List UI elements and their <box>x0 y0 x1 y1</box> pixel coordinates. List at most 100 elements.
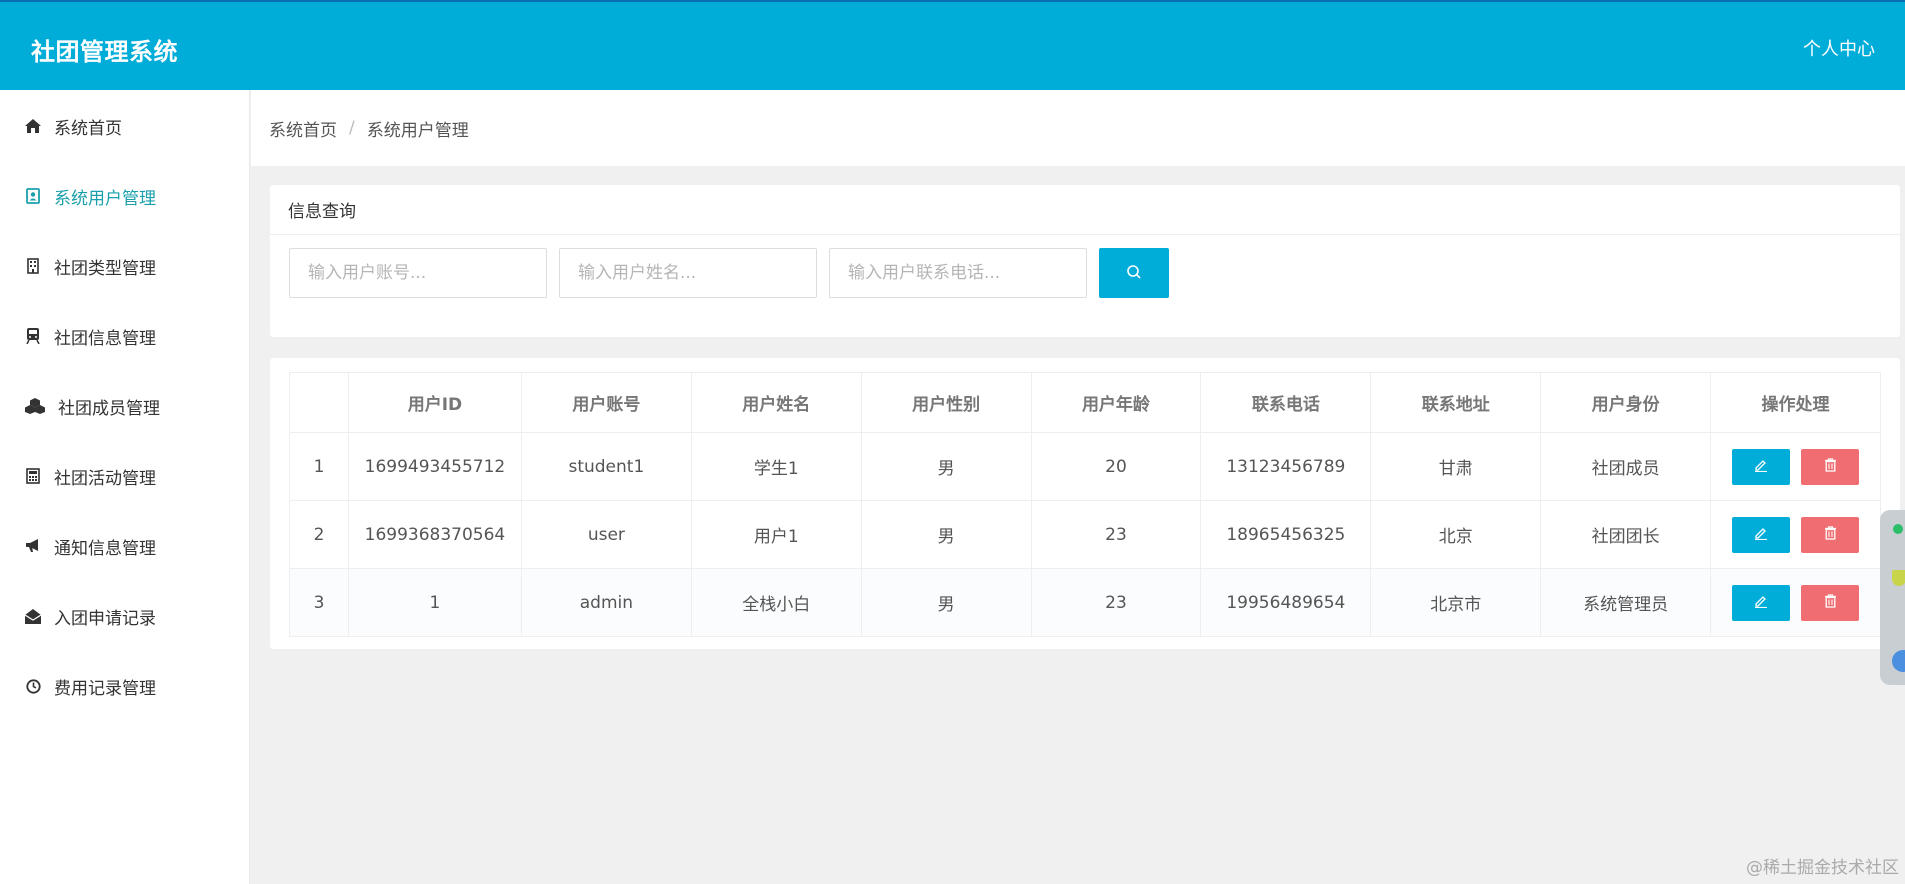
user-name-cell: 用户1 <box>690 500 862 569</box>
sidebar-item-applications[interactable]: 入团申请记录 <box>0 591 250 641</box>
user-account-cell: user <box>520 500 692 569</box>
status-dot-icon <box>1893 524 1903 534</box>
delete-button[interactable] <box>1801 448 1859 485</box>
actions-cell <box>1710 568 1881 637</box>
search-icon <box>1126 264 1142 283</box>
row-index: 1 <box>289 432 349 501</box>
edit-icon <box>1754 458 1768 475</box>
column-header: 联系地址 <box>1370 372 1542 433</box>
sidebar: 系统首页 系统用户管理 社团类型管理 社团信息管理 社团成员管理 社团活动管理 <box>0 90 250 884</box>
sidebar-item-club-type[interactable]: 社团类型管理 <box>0 241 250 291</box>
edit-button[interactable] <box>1732 448 1790 485</box>
home-icon <box>24 117 42 135</box>
sidebar-item-label: 社团活动管理 <box>54 468 156 489</box>
cubes-icon <box>24 397 46 415</box>
row-index: 3 <box>289 568 349 637</box>
delete-button[interactable] <box>1801 516 1859 553</box>
column-header: 联系电话 <box>1200 372 1372 433</box>
user-gender-cell: 男 <box>860 500 1032 569</box>
column-header: 用户姓名 <box>690 372 862 433</box>
sidebar-item-club-activities[interactable]: 社团活动管理 <box>0 451 250 501</box>
column-header: 操作处理 <box>1710 372 1881 433</box>
user-role-cell: 社团成员 <box>1540 432 1712 501</box>
top-bar: 社团管理系统 个人中心 <box>0 0 1905 90</box>
table-row: 2 1699368370564 user 用户1 男 23 1896545632… <box>289 500 1881 569</box>
sidebar-item-user-management[interactable]: 系统用户管理 <box>0 171 250 221</box>
sidebar-item-fees[interactable]: 费用记录管理 <box>0 661 250 711</box>
table-panel: 用户ID 用户账号 用户姓名 用户性别 用户年龄 联系电话 联系地址 用户身份 … <box>270 358 1900 649</box>
sidebar-item-club-members[interactable]: 社团成员管理 <box>0 381 250 431</box>
column-header: 用户账号 <box>520 372 692 433</box>
edit-button[interactable] <box>1732 516 1790 553</box>
user-name-cell: 学生1 <box>690 432 862 501</box>
sidebar-item-label: 系统用户管理 <box>54 188 156 209</box>
sidebar-item-notifications[interactable]: 通知信息管理 <box>0 521 250 571</box>
sidebar-item-club-info[interactable]: 社团信息管理 <box>0 311 250 361</box>
edit-icon <box>1754 594 1768 611</box>
column-header: 用户性别 <box>860 372 1032 433</box>
trash-icon <box>1824 458 1837 475</box>
watermark: @稀土掘金技术社区 <box>1746 858 1899 878</box>
breadcrumb-current: 系统用户管理 <box>366 120 469 141</box>
train-icon <box>24 327 42 345</box>
column-header: 用户ID <box>347 372 522 433</box>
user-address-cell: 甘肃 <box>1370 432 1542 501</box>
envelope-open-icon <box>24 607 42 625</box>
user-age-cell: 20 <box>1030 432 1202 501</box>
user-id-cell: 1699493455712 <box>347 432 522 501</box>
sidebar-item-label: 入团申请记录 <box>54 608 156 629</box>
user-address-cell: 北京市 <box>1370 568 1542 637</box>
delete-button[interactable] <box>1801 584 1859 621</box>
edit-button[interactable] <box>1732 584 1790 621</box>
calculator-icon <box>24 467 42 485</box>
sidebar-item-label: 系统首页 <box>54 118 122 139</box>
user-id-cell: 1 <box>347 568 522 637</box>
user-gender-cell: 男 <box>860 432 1032 501</box>
trash-icon <box>1824 526 1837 543</box>
user-phone-cell: 13123456789 <box>1200 432 1372 501</box>
column-header: 用户年龄 <box>1030 372 1202 433</box>
sidebar-item-label: 通知信息管理 <box>54 538 156 559</box>
user-card-icon <box>24 187 42 205</box>
user-name-cell: 全栈小白 <box>690 568 862 637</box>
user-age-cell: 23 <box>1030 568 1202 637</box>
sidebar-item-home[interactable]: 系统首页 <box>0 101 250 151</box>
actions-cell <box>1710 500 1881 569</box>
search-button[interactable] <box>1099 248 1169 298</box>
user-address-cell: 北京 <box>1370 500 1542 569</box>
user-phone-cell: 18965456325 <box>1200 500 1372 569</box>
account-search-input[interactable] <box>289 248 547 298</box>
breadcrumb: 系统首页 / 系统用户管理 <box>251 90 1905 166</box>
bullhorn-icon <box>24 537 42 555</box>
column-header <box>289 372 349 433</box>
sidebar-item-label: 社团类型管理 <box>54 258 156 279</box>
sidebar-item-label: 社团信息管理 <box>54 328 156 349</box>
user-role-cell: 社团团长 <box>1540 500 1712 569</box>
phone-search-input[interactable] <box>829 248 1087 298</box>
building-icon <box>24 257 42 275</box>
user-gender-cell: 男 <box>860 568 1032 637</box>
name-search-input[interactable] <box>559 248 817 298</box>
edit-icon <box>1754 526 1768 543</box>
query-panel-title: 信息查询 <box>270 185 1900 235</box>
user-table: 用户ID 用户账号 用户姓名 用户性别 用户年龄 联系电话 联系地址 用户身份 … <box>289 372 1881 637</box>
app-title: 社团管理系统 <box>31 38 178 66</box>
clock-icon <box>24 677 42 695</box>
breadcrumb-home[interactable]: 系统首页 <box>269 116 337 141</box>
table-row: 3 1 admin 全栈小白 男 23 19956489654 北京市 系统管理… <box>289 568 1881 637</box>
sidebar-item-label: 费用记录管理 <box>54 678 156 699</box>
query-panel: 信息查询 <box>270 185 1900 337</box>
shield-icon <box>1892 570 1905 586</box>
user-center-link[interactable]: 个人中心 <box>1803 35 1875 61</box>
user-account-cell: admin <box>520 568 692 637</box>
user-account-cell: student1 <box>520 432 692 501</box>
trash-icon <box>1824 594 1837 611</box>
actions-cell <box>1710 432 1881 501</box>
column-header: 用户身份 <box>1540 372 1712 433</box>
row-index: 2 <box>289 500 349 569</box>
table-header-row: 用户ID 用户账号 用户姓名 用户性别 用户年龄 联系电话 联系地址 用户身份 … <box>289 372 1881 433</box>
user-id-cell: 1699368370564 <box>347 500 522 569</box>
sidebar-item-label: 社团成员管理 <box>58 398 160 419</box>
floating-widget[interactable] <box>1880 510 1905 685</box>
user-role-cell: 系统管理员 <box>1540 568 1712 637</box>
